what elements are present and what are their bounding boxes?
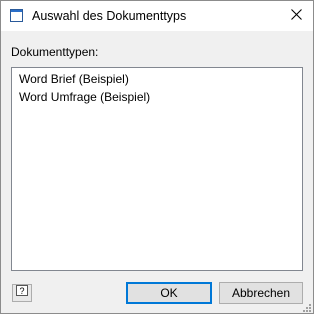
ok-button[interactable]: OK: [126, 282, 212, 304]
help-button[interactable]: ?: [12, 284, 32, 302]
document-types-list[interactable]: Word Brief (Beispiel) Word Umfrage (Beis…: [11, 67, 303, 271]
svg-text:?: ?: [19, 286, 24, 296]
cancel-button[interactable]: Abbrechen: [219, 282, 303, 304]
document-types-label: Dokumenttypen:: [11, 45, 99, 59]
document-type-dialog: Auswahl des Dokumenttyps Dokumenttypen: …: [0, 0, 314, 314]
close-button[interactable]: [279, 1, 313, 31]
list-item[interactable]: Word Umfrage (Beispiel): [19, 88, 150, 106]
title-bar[interactable]: Auswahl des Dokumenttyps: [1, 1, 313, 31]
help-icon: ?: [16, 284, 28, 302]
dialog-title: Auswahl des Dokumenttyps: [32, 9, 187, 23]
close-icon: [290, 7, 302, 25]
list-item[interactable]: Word Brief (Beispiel): [19, 70, 129, 88]
window-icon: [10, 9, 23, 22]
resize-grip-icon[interactable]: [301, 301, 311, 312]
